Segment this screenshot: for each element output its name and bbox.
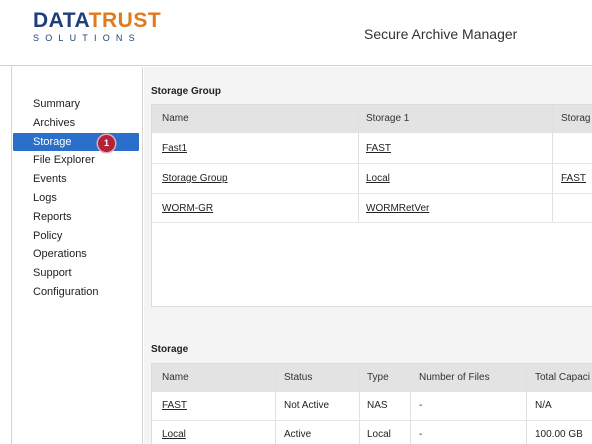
row-divider — [152, 163, 592, 164]
column-divider — [275, 364, 276, 444]
sidebar-item-label: Policy — [33, 229, 63, 242]
app-title: Secure Archive Manager — [364, 26, 518, 42]
column-divider — [552, 105, 553, 223]
sidebar-item-label: File Explorer — [33, 154, 95, 167]
table-row-storage-link[interactable]: FAST — [366, 143, 391, 154]
row-divider — [152, 193, 592, 194]
logo-wordmark: DATATRUST — [33, 10, 161, 32]
sidebar-item-archives[interactable]: Archives — [12, 114, 143, 133]
logo-part-data: DATA — [33, 9, 89, 32]
sidebar-item-label: Reports — [33, 210, 72, 223]
table-row-file-count: - — [419, 400, 423, 411]
table-row-file-count: - — [419, 429, 423, 440]
table-row-storage-link[interactable]: Local — [366, 173, 390, 184]
logo-subtitle: SOLUTIONS — [33, 33, 141, 43]
app-header: DATATRUST SOLUTIONS Secure Archive Manag… — [0, 0, 592, 66]
sidebar-item-reports[interactable]: Reports — [12, 208, 143, 227]
storage-title: Storage — [151, 344, 189, 355]
table-row-name-link[interactable]: Fast1 — [162, 143, 187, 154]
column-header-total-capacity[interactable]: Total Capaci — [535, 364, 590, 392]
column-header-storage1[interactable]: Storage 1 — [366, 105, 409, 133]
column-header-name[interactable]: Name — [162, 364, 189, 392]
logo-part-trust: TRUST — [88, 9, 162, 32]
column-header-number-of-files[interactable]: Number of Files — [419, 364, 490, 392]
storage-table: Name Status Type Number of Files Total C… — [151, 363, 592, 444]
table-row-capacity: N/A — [535, 400, 552, 411]
table-row-type: Local — [367, 429, 391, 440]
column-divider — [410, 364, 411, 444]
sidebar-item-label: Storage — [33, 135, 72, 148]
row-divider — [152, 420, 592, 421]
sidebar-item-policy[interactable]: Policy — [12, 227, 143, 246]
column-divider — [359, 364, 360, 444]
sidebar-item-label: Events — [33, 173, 67, 186]
main-content: Storage Group Name Storage 1 Storag Fast… — [144, 67, 592, 444]
column-header-type[interactable]: Type — [367, 364, 389, 392]
table-row-name-link[interactable]: WORM-GR — [162, 203, 213, 214]
step-badge: 1 — [98, 134, 115, 152]
sidebar: Summary Archives Storage 1 File Explorer … — [12, 67, 143, 444]
sidebar-item-label: Support — [33, 267, 72, 280]
table-row-name-link[interactable]: FAST — [162, 400, 187, 411]
row-divider — [152, 222, 592, 223]
table-row-type: NAS — [367, 400, 388, 411]
sidebar-item-configuration[interactable]: Configuration — [12, 283, 143, 302]
table-row-storage-link[interactable]: FAST — [561, 173, 586, 184]
sidebar-item-label: Archives — [33, 116, 76, 129]
storage-group-title: Storage Group — [151, 86, 222, 97]
sidebar-item-summary[interactable]: Summary — [12, 95, 143, 114]
sidebar-item-operations[interactable]: Operations — [12, 245, 143, 264]
sidebar-item-events[interactable]: Events — [12, 170, 143, 189]
sidebar-nav: Summary Archives Storage 1 File Explorer … — [12, 95, 143, 302]
column-divider — [358, 105, 359, 223]
table-row-status: Not Active — [284, 400, 330, 411]
sidebar-item-label: Operations — [33, 248, 87, 261]
sidebar-item-support[interactable]: Support — [12, 264, 143, 283]
table-row-status: Active — [284, 429, 312, 440]
table-row-name-link[interactable]: Local — [162, 429, 186, 440]
column-header-status[interactable]: Status — [284, 364, 312, 392]
column-header-storage2[interactable]: Storag — [561, 105, 590, 133]
sidebar-item-label: Summary — [33, 98, 81, 110]
sidebar-item-storage[interactable]: Storage 1 — [13, 132, 139, 152]
column-header-name[interactable]: Name — [162, 105, 189, 133]
sidebar-item-label: Logs — [33, 191, 57, 204]
sidebar-item-label: Configuration — [33, 285, 99, 298]
column-divider — [526, 364, 527, 444]
table-row-storage-link[interactable]: WORMRetVer — [366, 203, 429, 214]
table-row-capacity: 100.00 GB — [535, 429, 583, 440]
storage-group-table: Name Storage 1 Storag Fast1 FAST Storage… — [151, 104, 592, 307]
sidebar-item-logs[interactable]: Logs — [12, 189, 143, 208]
table-row-name-link[interactable]: Storage Group — [162, 173, 228, 184]
company-logo: DATATRUST SOLUTIONS — [33, 10, 161, 44]
sidebar-item-file-explorer[interactable]: File Explorer — [12, 151, 143, 170]
table-header: Name Storage 1 Storag — [152, 105, 592, 133]
